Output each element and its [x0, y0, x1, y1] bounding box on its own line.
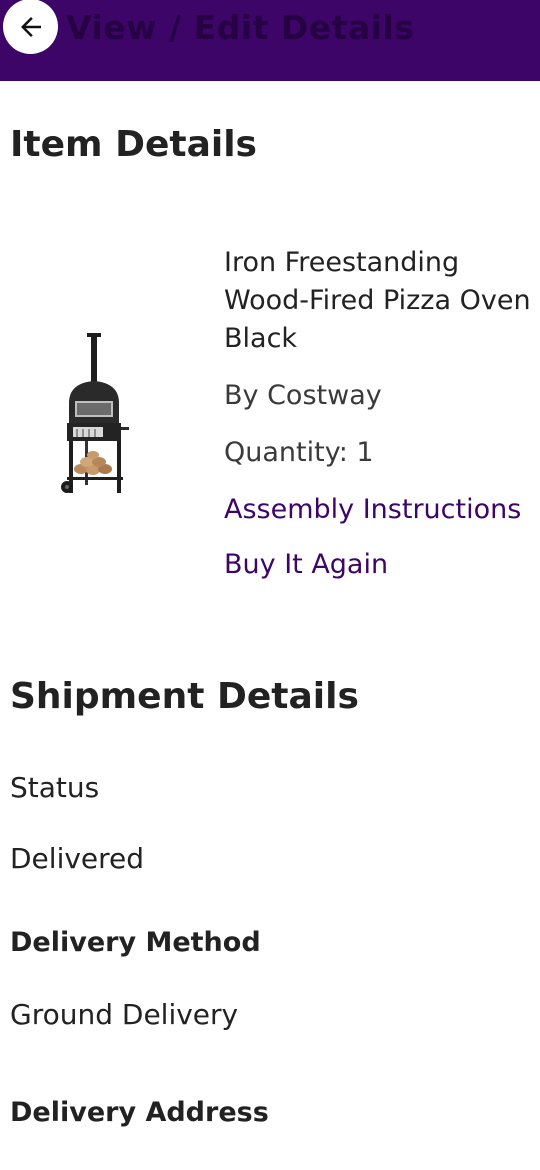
arrow-left-icon	[20, 16, 41, 37]
delivery-address-label: Delivery Address	[10, 1097, 269, 1128]
item-details-heading: Item Details	[10, 124, 257, 165]
delivery-method-value: Ground Delivery	[10, 998, 239, 1031]
back-button[interactable]	[3, 0, 58, 54]
pizza-oven-image[interactable]	[55, 325, 139, 500]
buy-it-again-link[interactable]: Buy It Again	[224, 549, 388, 580]
page-title: View / Edit Details	[66, 8, 415, 47]
delivery-method-label: Delivery Method	[10, 927, 261, 958]
top-app-bar: View / Edit Details	[0, 0, 540, 81]
product-name-line-3: Black	[224, 323, 298, 354]
product-quantity: Quantity: 1	[224, 437, 374, 468]
shipment-details-heading: Shipment Details	[10, 676, 359, 717]
product-name[interactable]: Iron Freestanding Wood-Fired Pizza Oven …	[224, 244, 540, 358]
assembly-instructions-link[interactable]: Assembly Instructions	[224, 494, 521, 525]
product-brand: By Costway	[224, 380, 382, 411]
status-value: Delivered	[10, 842, 145, 875]
product-name-line-2: Wood-Fired Pizza Oven	[224, 285, 531, 316]
status-label: Status	[10, 771, 100, 804]
product-name-line-1: Iron Freestanding	[224, 247, 460, 278]
